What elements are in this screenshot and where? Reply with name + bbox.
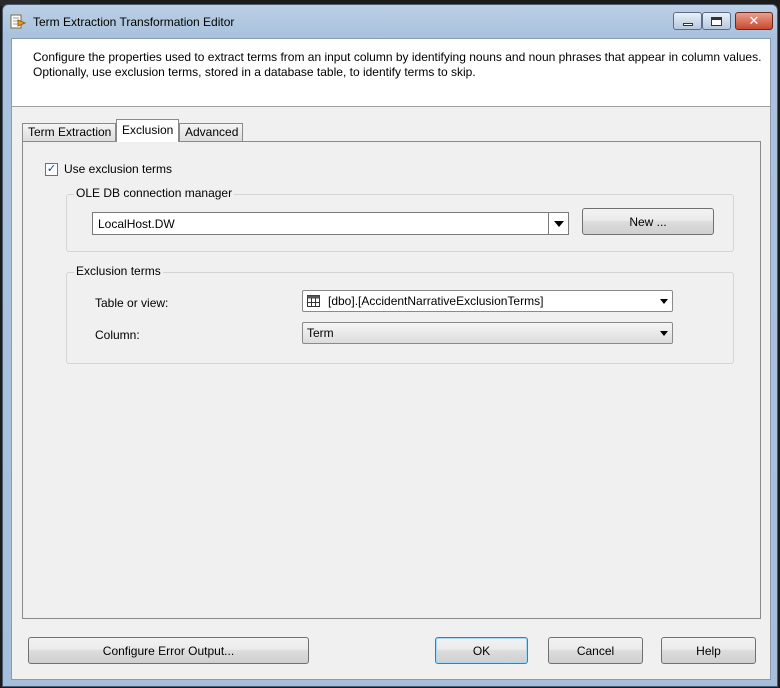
close-icon: ✕ <box>748 13 760 29</box>
chevron-down-icon <box>660 330 668 336</box>
dialog-client-area: Configure the properties used to extract… <box>11 38 771 680</box>
column-value: Term <box>307 326 334 340</box>
maximize-button[interactable] <box>702 12 731 30</box>
column-dropdown-button[interactable] <box>656 330 672 336</box>
close-button[interactable]: ✕ <box>735 12 773 30</box>
use-exclusion-label[interactable]: Use exclusion terms <box>64 162 172 176</box>
description-band: Configure the properties used to extract… <box>12 39 770 107</box>
configure-error-output-button[interactable]: Configure Error Output... <box>28 637 309 664</box>
column-combo[interactable]: Term <box>302 322 673 344</box>
minimize-icon <box>682 22 693 26</box>
window-title: Term Extraction Transformation Editor <box>33 15 235 29</box>
oledb-group-label: OLE DB connection manager <box>74 186 235 200</box>
tab-advanced[interactable]: Advanced <box>179 123 243 142</box>
oledb-groupbox: OLE DB connection manager LocalHost.DW N… <box>66 186 734 252</box>
table-or-view-combo[interactable]: [dbo].[AccidentNarrativeExclusionTerms] <box>302 290 673 312</box>
table-or-view-value: [dbo].[AccidentNarrativeExclusionTerms] <box>328 294 544 308</box>
column-label: Column: <box>95 328 140 342</box>
chevron-down-icon <box>660 298 668 304</box>
minimize-button[interactable] <box>673 12 702 30</box>
dialog-window: Term Extraction Transformation Editor ✕ … <box>2 4 778 687</box>
use-exclusion-checkbox[interactable]: ✓ <box>45 162 58 176</box>
table-icon <box>307 295 320 307</box>
tab-term-extraction[interactable]: Term Extraction <box>22 123 116 142</box>
exclusion-terms-groupbox: Exclusion terms Table or view: [dbo].[Ac… <box>66 264 734 364</box>
maximize-icon <box>711 16 722 26</box>
connection-manager-combo[interactable]: LocalHost.DW <box>92 212 569 235</box>
tab-exclusion[interactable]: Exclusion <box>116 119 179 142</box>
description-text: Configure the properties used to extract… <box>33 50 762 79</box>
exclusion-terms-group-label: Exclusion terms <box>74 264 163 278</box>
connection-value: LocalHost.DW <box>98 216 175 231</box>
title-bar[interactable]: Term Extraction Transformation Editor ✕ <box>3 5 777 37</box>
table-or-view-label: Table or view: <box>95 296 169 310</box>
connection-dropdown-button[interactable] <box>548 213 568 234</box>
use-exclusion-row[interactable]: ✓ Use exclusion terms <box>45 162 172 176</box>
exclusion-tab-panel: ✓ Use exclusion terms OLE DB connection … <box>22 141 761 619</box>
new-connection-button[interactable]: New ... <box>582 208 714 235</box>
editor-icon <box>10 14 27 30</box>
table-dropdown-button[interactable] <box>656 298 672 304</box>
help-button[interactable]: Help <box>661 637 756 664</box>
cancel-button[interactable]: Cancel <box>548 637 643 664</box>
chevron-down-icon <box>553 220 564 227</box>
ok-button[interactable]: OK <box>435 637 528 664</box>
